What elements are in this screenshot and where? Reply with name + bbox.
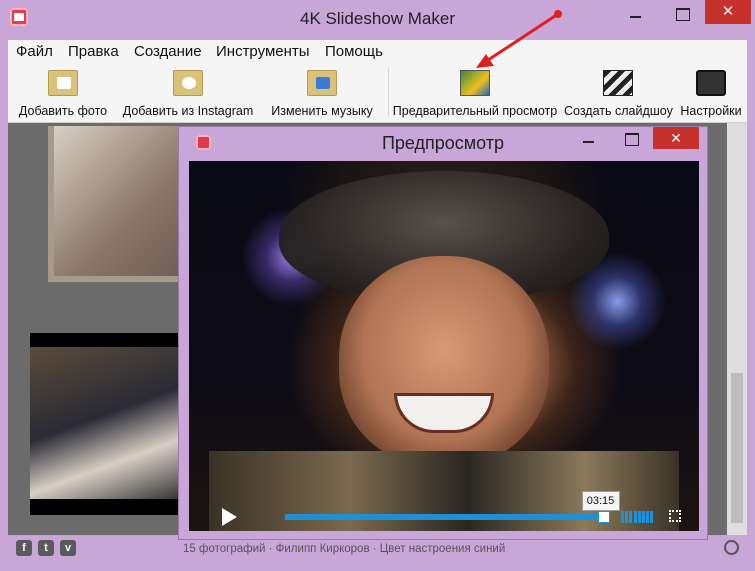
change-music-button[interactable]: Изменить музыку xyxy=(264,62,380,122)
preview-minimize-button[interactable] xyxy=(569,127,609,153)
slide-thumbnail[interactable] xyxy=(48,126,190,282)
time-tooltip: 03:15 xyxy=(581,491,620,511)
volume-bar xyxy=(637,511,641,523)
volume-bar xyxy=(629,511,633,523)
scrollbar-thumb[interactable] xyxy=(731,373,743,523)
red-arrow-annotation xyxy=(476,10,562,68)
add-instagram-label: Добавить из Instagram xyxy=(122,104,254,118)
preview-dialog: Предпросмотр ✕ 03:15 xyxy=(178,126,708,540)
vimeo-icon[interactable]: v xyxy=(60,540,76,556)
menu-file[interactable]: Файл xyxy=(16,43,53,60)
status-text: 15 фотографий · Филипп Киркоров · Цвет н… xyxy=(183,543,506,555)
settings-monitor-icon xyxy=(696,70,726,96)
facebook-icon[interactable]: f xyxy=(16,540,32,556)
slide-thumbnail[interactable] xyxy=(30,333,190,515)
progress-handle[interactable] xyxy=(597,511,610,523)
slide-photo xyxy=(54,126,184,276)
create-slideshow-label: Создать слайдшоу xyxy=(564,104,673,118)
menu-create[interactable]: Создание xyxy=(134,43,202,60)
arrow-dot xyxy=(554,10,562,18)
slide-photo xyxy=(30,347,190,499)
menu-tools[interactable]: Инструменты xyxy=(216,43,310,60)
volume-icon[interactable] xyxy=(621,511,655,523)
add-photo-folder-icon xyxy=(48,70,78,96)
add-photo-label: Добавить фото xyxy=(18,104,108,118)
add-instagram-button[interactable]: Добавить из Instagram xyxy=(118,62,258,122)
volume-bar xyxy=(646,511,650,523)
menu-bar: Файл Правка Создание Инструменты Помощь xyxy=(8,40,747,62)
volume-bar xyxy=(650,511,654,523)
title-bar: 4K Slideshow Maker ✕ xyxy=(0,0,755,38)
volume-bar xyxy=(642,511,645,523)
preview-maximize-button[interactable] xyxy=(611,127,651,153)
menu-edit[interactable]: Правка xyxy=(68,43,119,60)
preview-close-button[interactable]: ✕ xyxy=(653,127,699,149)
clapperboard-icon xyxy=(603,70,633,96)
globe-icon[interactable] xyxy=(724,540,739,555)
toolbar-divider xyxy=(388,68,389,116)
volume-bar xyxy=(633,511,637,523)
twitter-icon[interactable]: t xyxy=(38,540,54,556)
add-photo-button[interactable]: Добавить фото xyxy=(12,62,114,122)
menu-help[interactable]: Помощь xyxy=(325,43,383,60)
minimize-button[interactable] xyxy=(612,0,658,28)
preview-label: Предварительный просмотр xyxy=(392,104,558,118)
maximize-button[interactable] xyxy=(659,0,705,28)
create-slideshow-button[interactable]: Создать слайдшоу xyxy=(564,62,673,122)
change-music-label: Изменить музыку xyxy=(271,104,373,118)
player-controls: 03:15 xyxy=(189,491,699,531)
settings-button[interactable]: Настройки xyxy=(676,62,746,122)
arrow-shaft xyxy=(481,12,559,66)
settings-label: Настройки xyxy=(680,104,742,118)
preview-image-icon xyxy=(460,70,490,96)
video-player[interactable] xyxy=(189,161,699,531)
progress-fill xyxy=(285,514,603,520)
video-face-shape xyxy=(339,256,549,466)
volume-bar xyxy=(625,511,629,523)
volume-bar xyxy=(621,511,624,523)
play-icon[interactable] xyxy=(222,508,237,526)
instagram-folder-icon xyxy=(173,70,203,96)
toolbar: Добавить фото Добавить из Instagram Изме… xyxy=(8,62,747,123)
music-folder-icon xyxy=(307,70,337,96)
fullscreen-icon[interactable] xyxy=(669,510,681,522)
close-button[interactable]: ✕ xyxy=(705,0,751,24)
